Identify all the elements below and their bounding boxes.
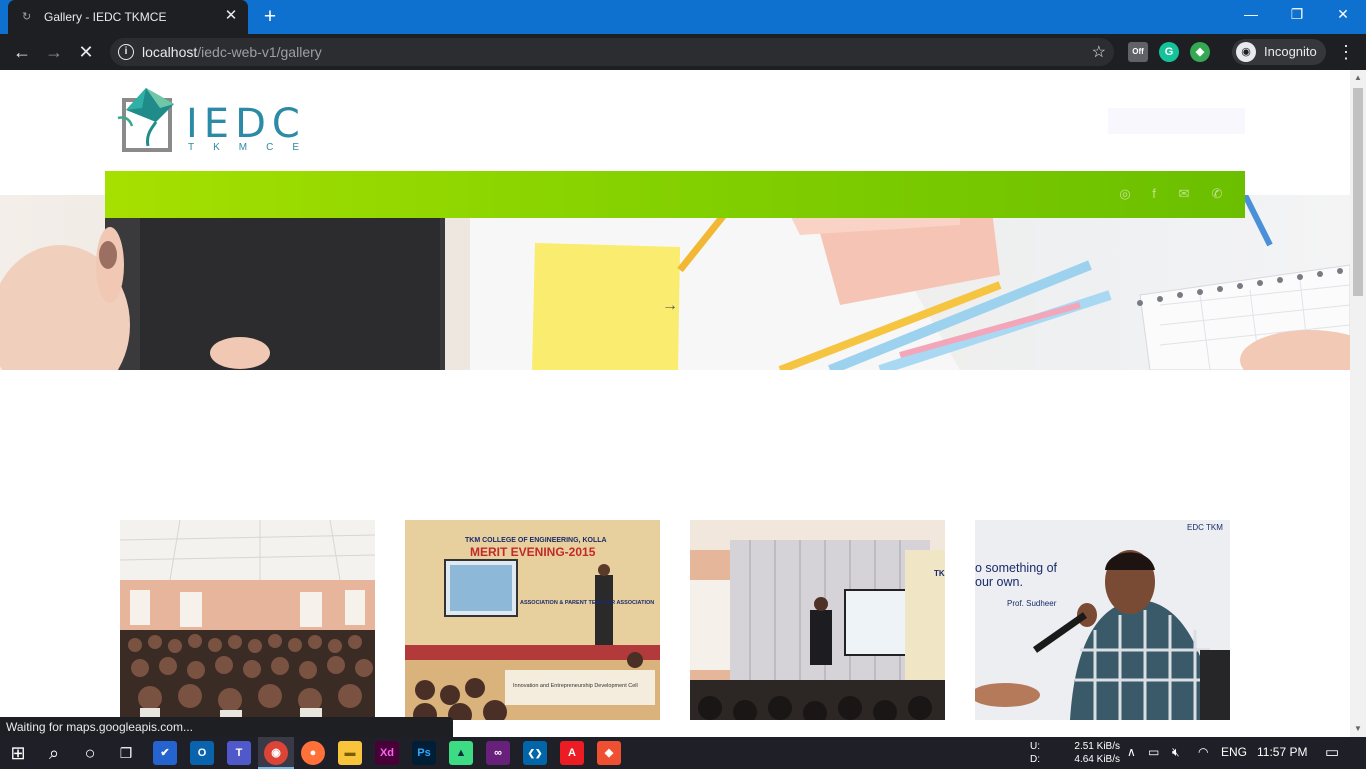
- incognito-label: Incognito: [1264, 44, 1317, 59]
- photoshop-icon[interactable]: Ps: [412, 741, 436, 765]
- banner-college-text: TKM COLLEGE OF ENGINEERING, KOLLA: [465, 537, 607, 544]
- tab-close-button[interactable]: ✕: [222, 7, 240, 25]
- quote-author: Prof. Sudheer: [1007, 599, 1057, 608]
- url-host: localhost: [142, 44, 198, 60]
- logo-text: IEDC: [186, 101, 306, 147]
- vscode-icon[interactable]: ❮❯: [523, 741, 547, 765]
- download-label: D:: [1030, 754, 1040, 765]
- volume-muted-icon[interactable]: 🔇︎: [1172, 745, 1180, 760]
- upload-speed: 2.51 KiB/s: [1074, 741, 1120, 752]
- battery-icon[interactable]: ▭: [1148, 745, 1159, 759]
- address-bar[interactable]: i localhost/iedc-web-v1/gallery ☆: [110, 38, 1114, 66]
- firefox-icon[interactable]: ●: [301, 741, 325, 765]
- browser-titlebar: ↻ Gallery - IEDC TKMCE ✕ + — ❐ ✕: [0, 0, 1366, 34]
- network-speed-values: 2.51 KiB/s 4.64 KiB/s: [1068, 740, 1120, 766]
- forward-button[interactable]: →: [42, 40, 66, 64]
- url-path: /iedc-web-v1/gallery: [197, 44, 322, 60]
- header-search-box[interactable]: [1108, 108, 1245, 134]
- visual-studio-icon[interactable]: ∞: [486, 741, 510, 765]
- off-extension-icon[interactable]: Off: [1128, 42, 1148, 62]
- restore-button[interactable]: ❐: [1274, 0, 1320, 30]
- windows-taskbar: ⊞ ⌕ ○ ❐ ✔ O T ◉ ● ▬ Xd Ps ▲ ∞ ❮❯ A ◆ U: …: [0, 737, 1366, 769]
- search-icon[interactable]: ⌕: [42, 741, 66, 765]
- banner-iedc-text: Innovation and Entrepreneurship Developm…: [513, 683, 638, 689]
- acrobat-icon[interactable]: A: [560, 741, 584, 765]
- bookmark-star-icon[interactable]: ☆: [1092, 42, 1106, 62]
- banner-association-text: ASSOCIATION & PARENT TEACHER ASSOCIATION: [520, 600, 654, 606]
- iedc-banner-text: EDC TKM: [1187, 523, 1223, 532]
- phone-icon[interactable]: ✆: [1209, 186, 1225, 202]
- gallery-photo-merit-evening[interactable]: TKM COLLEGE OF ENGINEERING, KOLLA MERIT …: [405, 520, 660, 720]
- grammarly-icon[interactable]: G: [1159, 42, 1179, 62]
- url-text: localhost/iedc-web-v1/gallery: [142, 44, 322, 60]
- hero-banner: [0, 195, 1350, 370]
- wifi-icon[interactable]: ◠: [1198, 745, 1208, 759]
- stage-banner-text: TK: [934, 569, 945, 578]
- outlook-icon[interactable]: O: [190, 741, 214, 765]
- hero-desk-image: [0, 195, 1350, 370]
- site-info-icon[interactable]: i: [118, 44, 134, 60]
- teams-icon[interactable]: T: [227, 741, 251, 765]
- git-icon[interactable]: ◆: [597, 741, 621, 765]
- new-tab-button[interactable]: +: [258, 5, 282, 29]
- browser-menu-button[interactable]: ⋮: [1336, 40, 1356, 64]
- browser-status-bar: Waiting for maps.googleapis.com...: [0, 717, 453, 737]
- quote-line-1: o something of: [975, 561, 1058, 575]
- file-explorer-icon[interactable]: ▬: [338, 741, 362, 765]
- logo-subtext: TKMCE: [188, 142, 318, 153]
- minimize-button[interactable]: —: [1228, 0, 1274, 30]
- gallery-photo-speaker-stage[interactable]: TK: [690, 520, 945, 720]
- chrome-icon[interactable]: ◉: [264, 741, 288, 765]
- tray-chevron-icon[interactable]: ∧: [1127, 745, 1136, 759]
- stop-loading-button[interactable]: ✕: [74, 40, 98, 64]
- merit-evening-image: TKM COLLEGE OF ENGINEERING, KOLLA MERIT …: [405, 520, 660, 720]
- language-indicator[interactable]: ENG: [1221, 745, 1247, 759]
- scroll-up-icon[interactable]: ▲: [1350, 70, 1366, 86]
- prof-sudheer-image: EDC TKM o something of our own. Prof. Su…: [975, 520, 1230, 720]
- auditorium-crowd-image: [120, 520, 375, 720]
- facebook-icon[interactable]: f: [1146, 186, 1162, 202]
- windows-start-icon[interactable]: ⊞: [6, 741, 30, 765]
- adobe-xd-icon[interactable]: Xd: [375, 741, 399, 765]
- todo-icon[interactable]: ✔: [153, 741, 177, 765]
- loading-favicon-icon: ↻: [22, 11, 32, 23]
- banner-event-text: MERIT EVENING-2015: [470, 545, 596, 559]
- browser-tab[interactable]: ↻ Gallery - IEDC TKMCE ✕: [8, 0, 248, 34]
- scroll-down-icon[interactable]: ▼: [1350, 721, 1366, 737]
- upload-label: U:: [1030, 741, 1040, 752]
- main-navbar: ◎ f ✉ ✆: [105, 171, 1245, 218]
- browser-toolbar: ← → ✕ i localhost/iedc-web-v1/gallery ☆ …: [0, 34, 1366, 70]
- gallery-photo-auditorium-crowd[interactable]: [120, 520, 375, 720]
- cortana-icon[interactable]: ○: [78, 741, 102, 765]
- mail-icon[interactable]: ✉: [1176, 186, 1192, 202]
- color-extension-icon[interactable]: ◆: [1190, 42, 1210, 62]
- hero-next-arrow-icon[interactable]: →: [662, 297, 678, 315]
- tab-title: Gallery - IEDC TKMCE: [44, 10, 167, 24]
- page-scrollbar[interactable]: ▲ ▼: [1350, 70, 1366, 737]
- task-view-icon[interactable]: ❐: [114, 741, 138, 765]
- back-button[interactable]: ←: [10, 40, 34, 64]
- instagram-icon[interactable]: ◎: [1117, 186, 1133, 202]
- site-logo[interactable]: IEDC TKMCE: [116, 86, 306, 156]
- kite-logo-icon: [117, 88, 174, 152]
- gallery-photo-prof-sudheer[interactable]: EDC TKM o something of our own. Prof. Su…: [975, 520, 1230, 720]
- speaker-stage-image: TK: [690, 520, 945, 720]
- taskbar-clock[interactable]: 11:57 PM: [1257, 745, 1307, 759]
- close-window-button[interactable]: ✕: [1320, 0, 1366, 30]
- notification-center-icon[interactable]: ▭: [1325, 743, 1339, 761]
- network-speed-labels: U: D:: [1030, 740, 1040, 766]
- android-studio-icon[interactable]: ▲: [449, 741, 473, 765]
- webpage: IEDC TKMCE ◎ f ✉ ✆ → TKM COLLEGE OF ENGI…: [0, 70, 1350, 737]
- download-speed: 4.64 KiB/s: [1074, 754, 1120, 765]
- incognito-icon: ◉: [1236, 42, 1256, 62]
- quote-line-2: our own.: [975, 575, 1023, 589]
- scrollbar-thumb[interactable]: [1353, 88, 1363, 296]
- incognito-indicator[interactable]: ◉ Incognito: [1232, 39, 1326, 65]
